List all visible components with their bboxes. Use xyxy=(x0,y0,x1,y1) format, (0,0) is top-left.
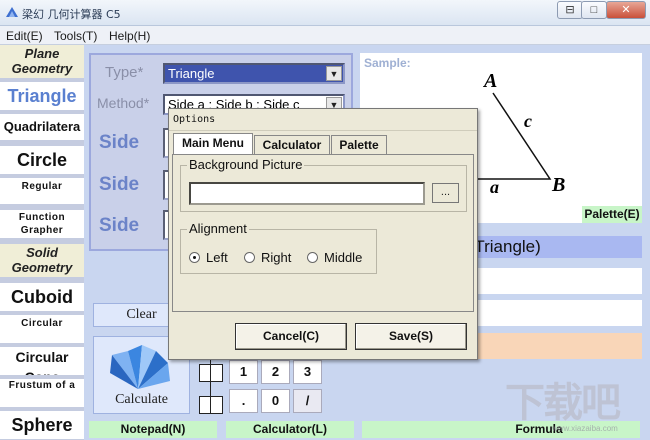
nav-item-quadrilateral[interactable]: Quadrilatera xyxy=(0,114,84,140)
nav-item-regular[interactable]: Regular xyxy=(0,178,84,204)
title-bar: 梁幻 几何计算器 C5 ⊟ □ ✕ xyxy=(0,0,650,26)
app-logo-icon xyxy=(6,7,18,17)
side-a-label: Side xyxy=(99,132,140,153)
type-select[interactable]: Triangle ▼ xyxy=(163,63,345,84)
method-label: Method* xyxy=(97,95,150,111)
nav-item-circle[interactable]: Circle xyxy=(0,146,84,174)
menu-bar: Edit(E) Tools(T) Help(H) xyxy=(0,26,650,45)
tab-palette[interactable]: Palette xyxy=(331,135,387,155)
vertex-a-label: A xyxy=(484,70,498,92)
type-label: Type* xyxy=(105,64,144,81)
align-right-label: Right xyxy=(261,250,292,265)
type-select-value: Triangle xyxy=(168,66,215,81)
minimize-icon: ⊟ xyxy=(565,4,575,16)
dialog-title: Options xyxy=(169,109,477,131)
chevron-down-icon: ▼ xyxy=(326,66,342,81)
minimize-button[interactable]: ⊟ xyxy=(557,1,583,19)
nav-item-sphere[interactable]: Sphere xyxy=(0,411,84,439)
nav-item-circular[interactable]: Circular xyxy=(0,315,84,343)
triangle-lines xyxy=(478,92,552,180)
side-c-mark: c xyxy=(524,111,532,131)
key-2[interactable]: 2 xyxy=(261,360,290,384)
align-middle-radio[interactable] xyxy=(307,252,318,263)
background-picture-input[interactable] xyxy=(189,182,425,205)
close-icon: ✕ xyxy=(621,4,631,16)
nav-item-frustum[interactable]: Frustum of a xyxy=(0,379,84,407)
nav-item-circular-cone[interactable]: Circular Cone xyxy=(0,347,84,375)
align-right-radio[interactable] xyxy=(244,252,255,263)
nav-header-solid: Solid Geometry xyxy=(0,244,84,277)
tab-main-menu[interactable]: Main Menu xyxy=(173,133,253,155)
align-left-label: Left xyxy=(206,250,228,265)
menu-edit[interactable]: Edit(E) xyxy=(6,29,43,43)
calculator-tab[interactable]: Calculator(L) xyxy=(226,421,354,438)
menu-tools[interactable]: Tools(T) xyxy=(54,29,97,43)
watermark-url: www.xiazaiba.com xyxy=(552,424,618,433)
close-button[interactable]: ✕ xyxy=(606,1,646,19)
background-picture-label: Background Picture xyxy=(187,157,305,172)
key-1[interactable]: 1 xyxy=(229,360,258,384)
options-dialog: Options Main Menu Calculator Palette Bac… xyxy=(168,108,478,360)
save-button[interactable]: Save(S) xyxy=(355,323,467,350)
alignment-label: Alignment xyxy=(187,221,249,236)
maximize-icon: □ xyxy=(590,4,598,16)
shape-sidebar: Plane Geometry Triangle Quadrilatera Cir… xyxy=(0,45,84,440)
align-middle-label: Middle xyxy=(324,250,363,265)
main-menu-panel: Background Picture ... Alignment Left Ri… xyxy=(172,154,474,312)
key-dot[interactable]: . xyxy=(229,389,258,413)
flowchart-connector xyxy=(210,356,211,414)
vertex-b-label: B xyxy=(552,174,566,196)
nav-item-cuboid[interactable]: Cuboid xyxy=(0,283,84,311)
key-3[interactable]: 3 xyxy=(293,360,322,384)
flowchart-box-bottom xyxy=(199,396,223,414)
menu-help[interactable]: Help(H) xyxy=(109,29,150,43)
alignment-group: Alignment Left Right Middle xyxy=(180,221,377,274)
window-title: 梁幻 几何计算器 C5 xyxy=(22,8,121,21)
calculate-icon xyxy=(110,345,170,389)
side-c-label: Side xyxy=(99,215,140,236)
palette-tab[interactable]: Palette(E) xyxy=(582,206,642,223)
cancel-button[interactable]: Cancel(C) xyxy=(235,323,347,350)
calculate-label: Calculate xyxy=(115,392,168,407)
key-divide[interactable]: / xyxy=(293,389,322,413)
nav-item-triangle[interactable]: Triangle xyxy=(0,82,84,110)
tab-calculator[interactable]: Calculator xyxy=(254,135,330,155)
nav-header-plane: Plane Geometry xyxy=(0,45,84,78)
watermark: 下载吧 xyxy=(505,381,621,425)
browse-button[interactable]: ... xyxy=(432,183,459,203)
flowchart-box-top xyxy=(199,364,223,382)
align-left-radio[interactable] xyxy=(189,252,200,263)
maximize-button[interactable]: □ xyxy=(581,1,607,19)
nav-item-function-grapher[interactable]: Function Grapher xyxy=(0,210,84,238)
side-b-label: Side xyxy=(99,174,140,195)
notepad-tab[interactable]: Notepad(N) xyxy=(89,421,217,438)
background-picture-group: Background Picture ... xyxy=(180,157,467,212)
side-a-mark: a xyxy=(490,177,499,197)
key-0[interactable]: 0 xyxy=(261,389,290,413)
